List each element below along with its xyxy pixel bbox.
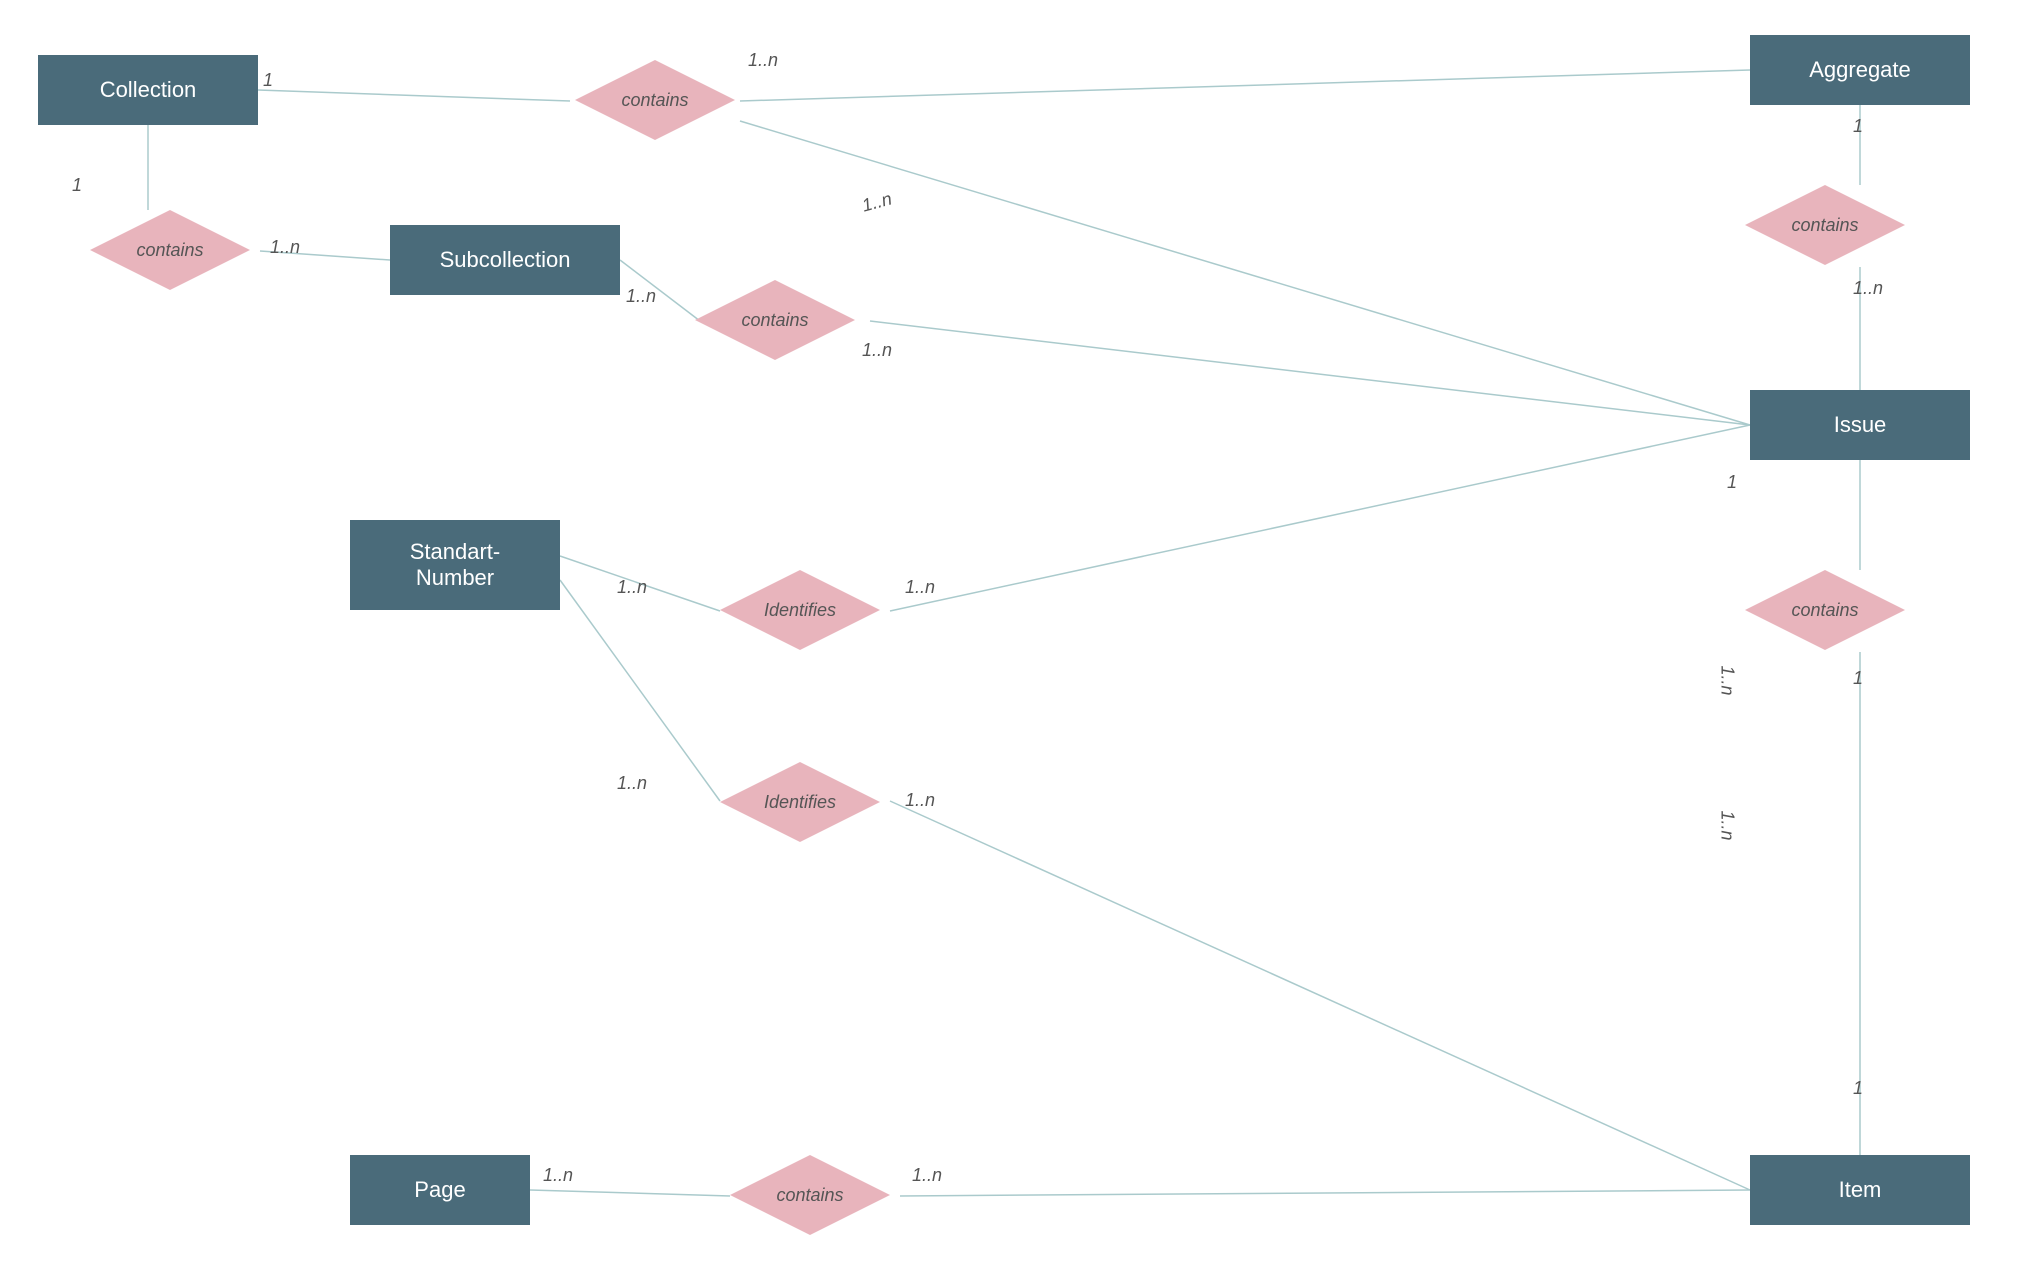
entity-subcollection: Subcollection xyxy=(390,225,620,295)
card-10: 1 xyxy=(1727,472,1737,493)
card-11: 1..n xyxy=(1717,666,1738,696)
diamond-contains2: contains xyxy=(90,210,250,290)
card-6: 1..n xyxy=(860,188,894,216)
card-3: 1 xyxy=(72,175,82,196)
diamond-identifies1: Identifies xyxy=(720,570,880,650)
card-18: 1..n xyxy=(543,1165,573,1186)
card-17: 1..n xyxy=(1717,811,1738,841)
er-diagram: Collection Aggregate Subcollection Issue… xyxy=(0,0,2034,1284)
card-8: 1 xyxy=(1853,116,1863,137)
card-1: 1 xyxy=(263,70,273,91)
card-7: 1..n xyxy=(862,340,892,361)
card-9: 1..n xyxy=(1853,278,1883,299)
entity-issue: Issue xyxy=(1750,390,1970,460)
card-15: 1..n xyxy=(905,790,935,811)
entity-page: Page xyxy=(350,1155,530,1225)
connector-lines xyxy=(0,0,2034,1284)
card-2: 1..n xyxy=(748,50,778,71)
entity-standart-number: Standart- Number xyxy=(350,520,560,610)
card-16: 1 xyxy=(1853,668,1863,689)
card-12: 1..n xyxy=(617,577,647,598)
diamond-contains-issue: contains xyxy=(1745,570,1905,650)
card-20: 1 xyxy=(1853,1078,1863,1099)
diamond-identifies2: Identifies xyxy=(720,762,880,842)
diamond-contains-aggregate: contains xyxy=(1745,185,1905,265)
card-19: 1..n xyxy=(912,1165,942,1186)
card-13: 1..n xyxy=(617,773,647,794)
entity-aggregate: Aggregate xyxy=(1750,35,1970,105)
entity-collection: Collection xyxy=(38,55,258,125)
card-14: 1..n xyxy=(905,577,935,598)
diamond-contains3: contains xyxy=(695,280,855,360)
diamond-contains1: contains xyxy=(575,60,735,140)
card-4: 1..n xyxy=(270,237,300,258)
diamond-contains-page: contains xyxy=(730,1155,890,1235)
card-5: 1..n xyxy=(626,286,656,307)
entity-item: Item xyxy=(1750,1155,1970,1225)
